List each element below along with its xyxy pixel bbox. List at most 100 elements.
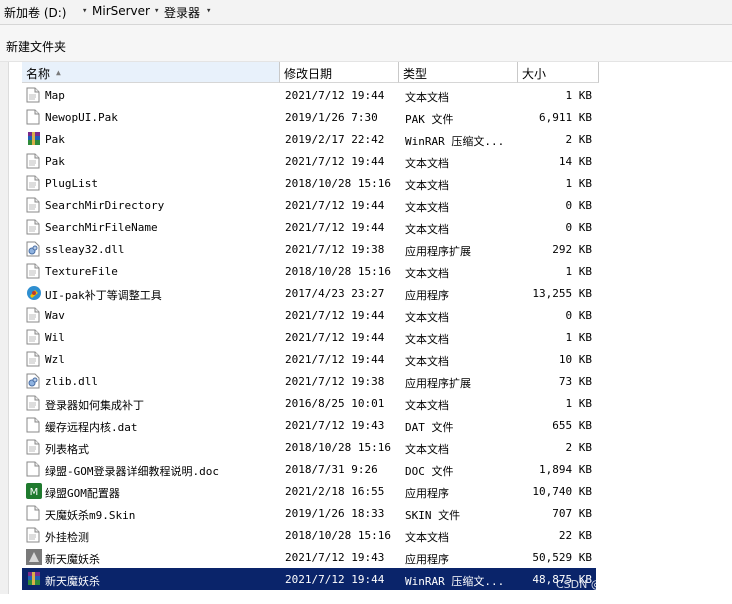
file-modified-date: 2021/7/12 19:44 xyxy=(285,155,385,168)
file-size: 707 KB xyxy=(552,507,592,520)
table-row[interactable]: Map 2021/7/12 19:44 文本文档 1 KB xyxy=(22,84,596,106)
text-file-icon xyxy=(26,307,40,323)
file-modified-date: 2018/10/28 15:16 xyxy=(285,265,391,278)
file-type: 文本文档 xyxy=(405,531,449,544)
file-name: PlugList xyxy=(45,177,98,190)
column-header-type[interactable]: 类型 xyxy=(399,62,518,83)
file-type: 文本文档 xyxy=(405,333,449,346)
file-modified-date: 2021/7/12 19:44 xyxy=(285,331,385,344)
file-name: Wav xyxy=(45,309,65,322)
file-name: SearchMirFileName xyxy=(45,221,158,234)
file-name: Wil xyxy=(45,331,65,344)
generic-file-icon xyxy=(26,417,40,433)
table-row[interactable]: Pak 2021/7/12 19:44 文本文档 14 KB xyxy=(22,150,596,172)
winrar-icon xyxy=(26,131,40,147)
file-size: 73 KB xyxy=(558,375,592,388)
text-file-icon xyxy=(26,87,40,103)
table-row[interactable]: 绿盟-GOM登录器详细教程说明.doc 2018/7/31 9:26 DOC 文件 1… xyxy=(22,458,596,480)
file-modified-date: 2021/7/12 19:44 xyxy=(285,221,385,234)
file-size: 14 KB xyxy=(558,155,592,168)
column-header-date[interactable]: 修改日期 xyxy=(280,62,399,83)
new-folder-button[interactable]: 新建文件夹 xyxy=(6,38,66,55)
file-name: Wzl xyxy=(45,353,65,366)
file-size: 1 KB xyxy=(565,177,593,190)
text-file-icon xyxy=(26,175,40,191)
table-row[interactable]: 列表格式 2018/10/28 15:16 文本文档 2 KB xyxy=(22,436,596,458)
file-size: 1 KB xyxy=(565,265,593,278)
file-size: 1 KB xyxy=(565,89,593,102)
table-row[interactable]: 外挂检测 2018/10/28 15:16 文本文档 22 KB xyxy=(22,524,596,546)
table-row[interactable]: 登录器如何集成补丁 2016/8/25 10:01 文本文档 1 KB xyxy=(22,392,596,414)
tool-app-icon xyxy=(26,285,41,301)
file-modified-date: 2021/7/12 19:44 xyxy=(285,353,385,366)
chevron-down-icon[interactable]: ▾ xyxy=(154,6,159,16)
sort-ascending-icon: ▲ xyxy=(56,68,61,77)
file-type: DAT 文件 xyxy=(405,421,454,434)
dll-icon xyxy=(26,373,40,389)
file-type: PAK 文件 xyxy=(405,113,454,126)
chevron-down-icon[interactable]: ▾ xyxy=(82,6,87,16)
table-row[interactable]: NewopUI.Pak 2019/1/26 7:30 PAK 文件 6,911 KB xyxy=(22,106,596,128)
file-type: 文本文档 xyxy=(405,355,449,368)
file-type: 应用程序 xyxy=(405,553,449,566)
table-row[interactable]: SearchMirDirectory 2021/7/12 19:44 文本文档 0 K… xyxy=(22,194,596,216)
table-row[interactable]: 缓存远程内核.dat 2021/7/12 19:43 DAT 文件 655 KB xyxy=(22,414,596,436)
file-size: 1 KB xyxy=(565,331,593,344)
file-modified-date: 2018/10/28 15:16 xyxy=(285,177,391,190)
table-row[interactable]: UI-pak补丁等调整工具 2017/4/23 23:27 应用程序 13,255 K… xyxy=(22,282,596,304)
file-modified-date: 2021/7/12 19:44 xyxy=(285,573,385,586)
table-row[interactable]: Pak 2019/2/17 22:42 WinRAR 压缩文... 2 KB xyxy=(22,128,596,150)
file-type: 文本文档 xyxy=(405,179,449,192)
file-name: 列表格式 xyxy=(45,443,89,456)
table-row[interactable]: M 绿盟GOM配置器 2021/2/18 16:55 应用程序 10,740 KB xyxy=(22,480,596,502)
table-row[interactable]: Wzl 2021/7/12 19:44 文本文档 10 KB xyxy=(22,348,596,370)
text-file-icon xyxy=(26,219,40,235)
table-row[interactable]: PlugList 2018/10/28 15:16 文本文档 1 KB xyxy=(22,172,596,194)
generic-file-icon xyxy=(26,505,40,521)
file-size: 1,894 KB xyxy=(539,463,592,476)
file-size: 0 KB xyxy=(565,221,593,234)
file-type: 文本文档 xyxy=(405,399,449,412)
text-file-icon xyxy=(26,439,40,455)
file-size: 0 KB xyxy=(565,199,593,212)
chevron-down-icon[interactable]: ▾ xyxy=(206,6,211,16)
file-modified-date: 2021/7/12 19:43 xyxy=(285,551,385,564)
generic-file-icon xyxy=(26,461,40,477)
dll-icon xyxy=(26,241,40,257)
file-modified-date: 2021/7/12 19:43 xyxy=(285,419,385,432)
file-name: 登录器如何集成补丁 xyxy=(45,399,144,412)
column-header-name[interactable]: 名称 ▲ xyxy=(22,62,280,83)
game-app-icon xyxy=(26,549,42,565)
file-name: Pak xyxy=(45,155,65,168)
file-type: 文本文档 xyxy=(405,201,449,214)
table-row[interactable]: SearchMirFileName 2021/7/12 19:44 文本文档 0 KB xyxy=(22,216,596,238)
file-size: 1 KB xyxy=(565,397,593,410)
file-size: 292 KB xyxy=(552,243,592,256)
file-modified-date: 2019/1/26 7:30 xyxy=(285,111,378,124)
file-name: Map xyxy=(45,89,65,102)
breadcrumb-mirserver[interactable]: MirServer xyxy=(92,4,150,18)
navigation-pane[interactable] xyxy=(0,62,9,594)
file-type: WinRAR 压缩文... xyxy=(405,135,505,148)
green-app-icon: M xyxy=(26,483,42,499)
breadcrumb-drive[interactable]: 新加卷 (D:) xyxy=(4,4,66,21)
file-modified-date: 2016/8/25 10:01 xyxy=(285,397,385,410)
breadcrumb-login[interactable]: 登录器 xyxy=(164,4,200,21)
table-row[interactable]: 新天魔妖杀 2021/7/12 19:44 WinRAR 压缩文... 48,875 … xyxy=(22,568,596,590)
table-row[interactable]: ssleay32.dll 2021/7/12 19:38 应用程序扩展 292 KB xyxy=(22,238,596,260)
table-row[interactable]: 新天魔妖杀 2021/7/12 19:43 应用程序 50,529 KB xyxy=(22,546,596,568)
file-size: 6,911 KB xyxy=(539,111,592,124)
address-bar[interactable]: 新加卷 (D:) ▾ MirServer ▾ 登录器 ▾ xyxy=(0,0,732,25)
table-row[interactable]: 天魔妖杀m9.Skin 2019/1/26 18:33 SKIN 文件 707 KB xyxy=(22,502,596,524)
table-row[interactable]: TextureFile 2018/10/28 15:16 文本文档 1 KB xyxy=(22,260,596,282)
file-type: 文本文档 xyxy=(405,311,449,324)
table-row[interactable]: zlib.dll 2021/7/12 19:38 应用程序扩展 73 KB xyxy=(22,370,596,392)
file-size: 22 KB xyxy=(558,529,592,542)
column-header-size[interactable]: 大小 xyxy=(518,62,599,83)
generic-file-icon xyxy=(26,109,40,125)
file-modified-date: 2018/10/28 15:16 xyxy=(285,529,391,542)
file-name: TextureFile xyxy=(45,265,118,278)
file-modified-date: 2018/7/31 9:26 xyxy=(285,463,378,476)
table-row[interactable]: Wav 2021/7/12 19:44 文本文档 0 KB xyxy=(22,304,596,326)
table-row[interactable]: Wil 2021/7/12 19:44 文本文档 1 KB xyxy=(22,326,596,348)
